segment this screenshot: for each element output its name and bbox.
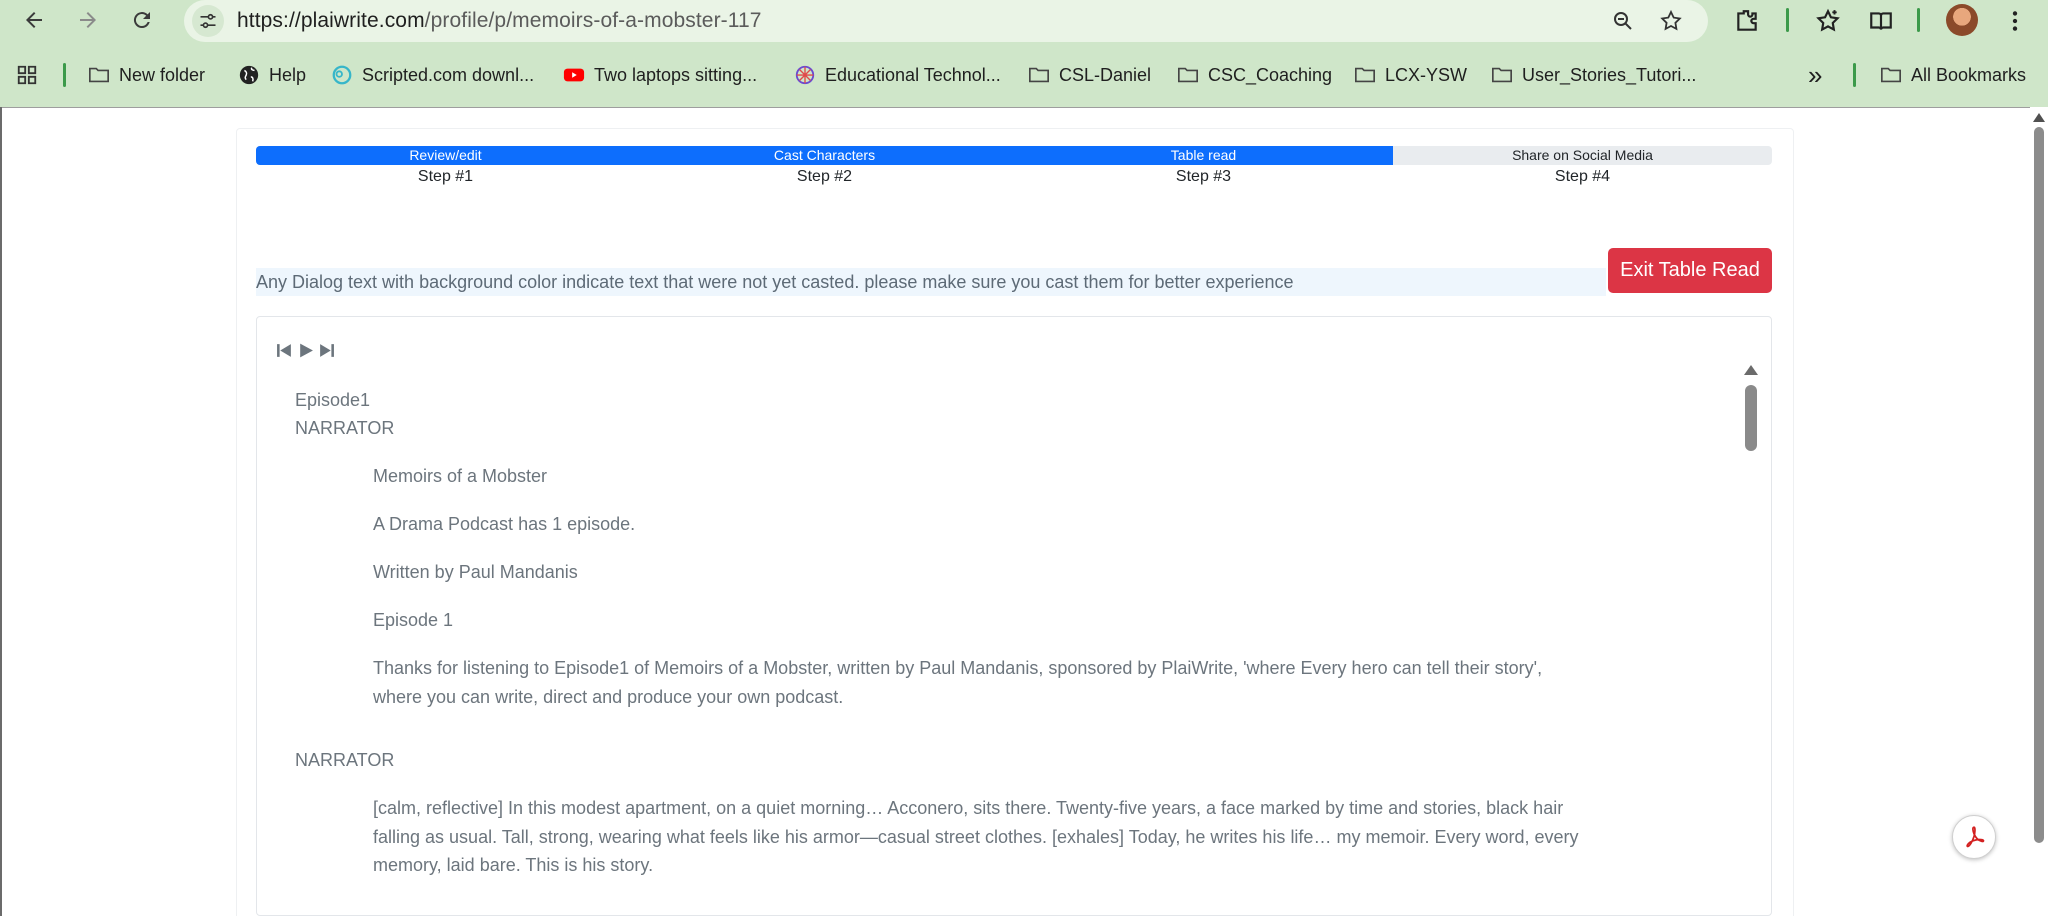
bookmark-user-stories[interactable]: User_Stories_Tutori... xyxy=(1491,55,1696,95)
steps-progress-bar: Review/edit Cast Characters Table read S… xyxy=(256,146,1772,165)
script-scrollbar[interactable] xyxy=(1741,365,1761,915)
reload-button[interactable] xyxy=(124,2,160,38)
url-text[interactable]: https://plaiwrite.com/profile/p/memoirs-… xyxy=(237,9,762,33)
apps-button[interactable] xyxy=(16,55,38,95)
tune-icon xyxy=(200,13,216,29)
folder-icon xyxy=(1177,64,1199,86)
bookmark-youtube[interactable]: Two laptops sitting... xyxy=(563,55,757,95)
step-label-table-read[interactable]: Table read xyxy=(1054,146,1354,165)
dialog-line[interactable]: Written by Paul Mandanis xyxy=(373,558,1583,587)
bookmark-edtech[interactable]: Educational Technol... xyxy=(794,55,1001,95)
toolbar-divider xyxy=(1786,8,1789,32)
dialog-line[interactable]: [calm, reflective] In this modest apartm… xyxy=(373,794,1583,880)
page-scroll-thumb[interactable] xyxy=(2034,127,2044,843)
bookmark-csc-coaching[interactable]: CSC_Coaching xyxy=(1177,55,1332,95)
bookmark-label: New folder xyxy=(119,64,206,85)
folder-icon xyxy=(1880,64,1902,86)
globe-icon xyxy=(238,64,260,86)
bookmark-csl-daniel[interactable]: CSL-Daniel xyxy=(1028,55,1151,95)
script-text-area[interactable]: Episode1 NARRATOR Memoirs of a Mobster A… xyxy=(257,379,1731,915)
scroll-up-arrow-icon[interactable] xyxy=(2033,113,2045,122)
player-controls xyxy=(275,339,336,361)
bookmark-label: LCX-YSW xyxy=(1385,64,1468,85)
all-bookmarks-button[interactable]: All Bookmarks xyxy=(1880,55,2026,95)
bookmark-label: Educational Technol... xyxy=(825,64,1001,85)
extensions-icon[interactable] xyxy=(1730,4,1764,38)
back-button[interactable] xyxy=(16,2,52,38)
bookmark-label: CSL-Daniel xyxy=(1059,64,1152,85)
step-number-4: Step #4 xyxy=(1554,168,1611,185)
reading-list-icon[interactable] xyxy=(1864,4,1898,38)
bookmarks-divider xyxy=(1853,63,1856,87)
bookmarks-bar: New folder Help Scripted.com downl... Tw… xyxy=(0,55,2048,95)
page-left-border xyxy=(0,107,2,916)
bookmark-new-folder[interactable]: New folder xyxy=(88,55,205,95)
bookmark-label: CSC_Coaching xyxy=(1208,64,1333,85)
toolbar-divider xyxy=(1917,8,1920,32)
episode-title: Episode1 xyxy=(295,390,371,410)
pdf-export-button[interactable] xyxy=(1952,815,1996,859)
forward-arrow-icon xyxy=(80,12,96,28)
chevron-double-right-icon: » xyxy=(1808,59,1823,90)
speaker-name: NARRATOR xyxy=(295,418,395,438)
favorites-star-icon[interactable] xyxy=(1811,4,1845,38)
profile-avatar[interactable] xyxy=(1946,4,1978,36)
edtech-logo-icon xyxy=(794,64,816,86)
bookmark-label: Two laptops sitting... xyxy=(594,64,758,85)
folder-icon xyxy=(1028,64,1050,86)
exit-table-read-button[interactable]: Exit Table Read xyxy=(1608,248,1772,293)
bookmark-help[interactable]: Help xyxy=(238,55,306,95)
step-number-1: Step #1 xyxy=(417,168,474,185)
play-icon[interactable] xyxy=(296,339,315,361)
bookmark-scripted[interactable]: Scripted.com downl... xyxy=(331,55,534,95)
page-scrollbar[interactable] xyxy=(2030,107,2048,916)
reload-icon xyxy=(133,12,150,29)
speaker-name: NARRATOR xyxy=(295,750,395,770)
step-number-2: Step #2 xyxy=(796,168,853,185)
skip-back-icon[interactable] xyxy=(275,339,294,361)
skip-forward-icon[interactable] xyxy=(317,339,336,361)
scroll-up-arrow-icon[interactable] xyxy=(1744,365,1758,375)
folder-icon xyxy=(1491,64,1513,86)
dialog-line[interactable]: Memoirs of a Mobster xyxy=(373,462,1583,491)
browser-chrome: https://plaiwrite.com/profile/p/memoirs-… xyxy=(0,0,2048,107)
step-label-review-edit[interactable]: Review/edit xyxy=(296,146,596,165)
step-label-cast-characters[interactable]: Cast Characters xyxy=(675,146,975,165)
all-bookmarks-label: All Bookmarks xyxy=(1911,64,2027,85)
zoom-icon[interactable] xyxy=(1608,6,1638,36)
dialog-line[interactable]: Thanks for listening to Episode1 of Memo… xyxy=(373,654,1583,711)
youtube-icon xyxy=(563,64,585,86)
bookmark-label: Scripted.com downl... xyxy=(362,64,535,85)
dialog-line[interactable]: Episode 1 xyxy=(373,606,1583,635)
folder-icon xyxy=(1354,64,1376,86)
script-reader-panel: Episode1 NARRATOR Memoirs of a Mobster A… xyxy=(256,316,1772,916)
folder-icon xyxy=(88,64,110,86)
step-label-share-social[interactable]: Share on Social Media xyxy=(1433,146,1733,165)
dialog-line[interactable]: A Drama Podcast has 1 episode. xyxy=(373,510,1583,539)
bookmark-label: User_Stories_Tutori... xyxy=(1522,64,1697,85)
more-menu-icon[interactable] xyxy=(1998,4,2032,38)
browser-toolbar: https://plaiwrite.com/profile/p/memoirs-… xyxy=(0,0,2048,42)
bookmark-star-icon[interactable] xyxy=(1656,6,1686,36)
bookmark-lcx-ysw[interactable]: LCX-YSW xyxy=(1354,55,1467,95)
scroll-thumb[interactable] xyxy=(1745,385,1757,451)
url-path: /profile/p/memoirs-of-a-mobster-117 xyxy=(424,9,762,32)
scripted-logo-icon xyxy=(331,64,353,86)
site-info-button[interactable] xyxy=(192,5,224,37)
url-host: https://plaiwrite.com xyxy=(237,9,425,32)
forward-button[interactable] xyxy=(70,2,106,38)
pdf-icon xyxy=(1966,826,1985,848)
address-bar[interactable]: https://plaiwrite.com/profile/p/memoirs-… xyxy=(184,0,1708,42)
bookmarks-divider xyxy=(63,63,66,87)
more-bookmarks-button[interactable]: » xyxy=(1808,55,1822,95)
uncasted-dialog-notice: Any Dialog text with background color in… xyxy=(256,268,1606,296)
step-number-3: Step #3 xyxy=(1175,168,1232,185)
bookmark-label: Help xyxy=(269,64,307,85)
apps-grid-icon xyxy=(16,64,38,86)
back-arrow-icon xyxy=(26,12,42,28)
